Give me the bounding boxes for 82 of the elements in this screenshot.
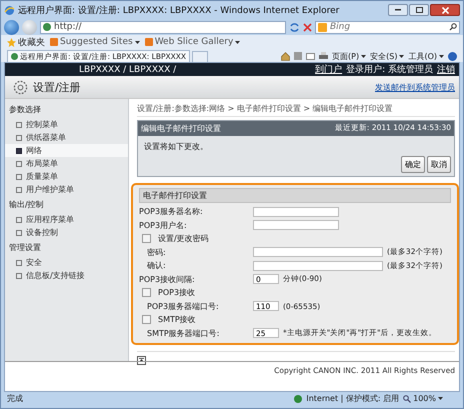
field-label: POP3服务器名称: (139, 206, 204, 218)
magnifier-icon (403, 394, 412, 402)
globe-icon (43, 23, 51, 31)
stop-icon[interactable] (303, 22, 312, 32)
search-icon[interactable] (449, 23, 457, 31)
caret-icon[interactable] (361, 54, 366, 58)
checkbox-label: SMTP接收 (158, 314, 196, 326)
mail-admin-link[interactable]: 发送邮件到系统管理员 (375, 82, 455, 92)
checkbox-label: POP3接收 (158, 287, 196, 298)
maximize-button[interactable] (409, 4, 429, 16)
sidebar-item[interactable]: 控制菜单 (5, 118, 128, 131)
address-field[interactable]: http:// (40, 20, 286, 34)
sidebar-item[interactable]: 应用程序菜单 (5, 213, 128, 226)
logout-link[interactable]: 注销 (437, 63, 455, 76)
close-icon (442, 6, 448, 14)
caret-icon[interactable] (235, 40, 240, 44)
breadcrumb: 设置/注册:参数选择:网络 > 电子邮件打印设置 > 编辑电子邮件打印设置 (137, 103, 455, 117)
sidebar-item[interactable]: 网络 (5, 144, 128, 157)
zoom-level[interactable]: 100% (403, 394, 457, 403)
section-title: 电子邮件打印设置 (139, 188, 451, 203)
refresh-icon[interactable] (289, 22, 300, 32)
printer-icon[interactable] (319, 52, 328, 60)
user-label: 登录用户: 系统管理员 (346, 64, 433, 76)
favorites-link[interactable]: Suggested Sites (50, 37, 140, 47)
sidebar-item[interactable]: 供纸器菜单 (5, 131, 128, 144)
mail-icon[interactable] (306, 52, 316, 60)
menu-button[interactable]: 页面(P) (332, 50, 366, 62)
status-text: 完成 (7, 393, 24, 404)
menu-button[interactable]: 工具(O) (408, 50, 444, 62)
checkbox[interactable] (142, 234, 151, 244)
site-icon (50, 38, 58, 46)
site-icon (144, 38, 153, 46)
caret-icon[interactable] (438, 397, 443, 400)
window-title: 远程用户界面: 设置/注册: LBPXXXX: LBPXXXX - Windows Internet Explorer (18, 4, 340, 16)
search-field[interactable]: Bing (315, 20, 460, 34)
menu-button[interactable]: 安全(S) (370, 50, 404, 62)
action-button[interactable]: 取消 (427, 156, 451, 173)
page-title: 设置/注册 (33, 80, 82, 94)
input-field[interactable] (253, 220, 339, 230)
caret-icon[interactable] (399, 54, 404, 58)
field-label: SMTP服务器端口号: (146, 328, 220, 339)
panel-message: 设置将如下更改。 (143, 141, 209, 153)
caret-icon[interactable] (439, 54, 444, 58)
favorites-button[interactable]: 收藏夹 (7, 36, 45, 48)
globe-icon (11, 53, 18, 60)
globe-icon (294, 394, 302, 402)
page-top-icon[interactable] (137, 356, 146, 365)
input-field[interactable] (253, 260, 383, 271)
sidebar-item[interactable]: 安全 (5, 256, 128, 269)
product-name: LBPXXXX / LBPXXXX / (79, 64, 178, 74)
portal-link[interactable]: 到门户 (315, 63, 342, 76)
sidebar-item[interactable]: 质量菜单 (5, 170, 128, 183)
back-button[interactable] (4, 20, 19, 34)
minimize-icon (395, 9, 401, 11)
field-label: POP3服务器端口号: (146, 300, 220, 312)
sidebar-item[interactable]: 设备控制 (5, 226, 128, 239)
star-icon (7, 38, 16, 46)
minimize-button[interactable] (388, 4, 408, 16)
sidebar-heading: 管理设置 (8, 242, 42, 254)
action-button[interactable]: 确定 (401, 156, 425, 173)
security-zone: Internet | 保护模式: 启用 (306, 393, 400, 404)
field-label: POP3接收间隔: (139, 274, 196, 285)
sidebar-item[interactable]: 布局菜单 (5, 157, 128, 170)
checkbox-label: 设置/更改密码 (158, 233, 209, 244)
favorites-link[interactable]: Web Slice Gallery (144, 37, 240, 47)
field-label: 密码: (146, 246, 167, 258)
gear-icon (13, 80, 28, 94)
field-label: 确认: (146, 260, 167, 272)
maximize-icon (416, 7, 422, 13)
sidebar-item[interactable]: 用户维护菜单 (5, 183, 128, 196)
panel-title: 编辑电子邮件打印设置 (141, 123, 221, 134)
input-field[interactable] (253, 247, 383, 258)
sidebar-heading: 参数选择 (8, 104, 42, 116)
close-button[interactable] (430, 4, 460, 16)
browser-icon (4, 4, 15, 16)
checkbox[interactable] (142, 288, 151, 298)
field-label: POP3用户名: (139, 220, 188, 231)
input-field[interactable] (253, 206, 339, 217)
caret-icon[interactable] (134, 40, 140, 44)
sidebar-item[interactable]: 信息板/支持链接 (5, 269, 128, 282)
sidebar-heading: 输出/控制 (8, 199, 45, 211)
checkbox[interactable] (142, 315, 151, 324)
